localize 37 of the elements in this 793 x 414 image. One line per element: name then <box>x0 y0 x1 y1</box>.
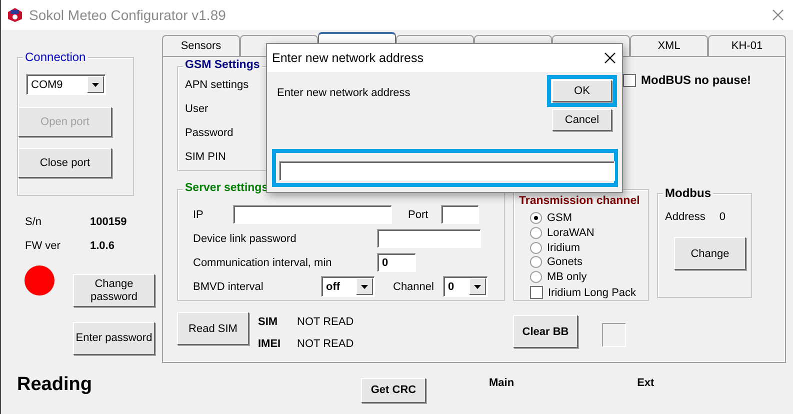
option-label: LoraWAN <box>547 227 594 239</box>
memory-label: Main <box>489 377 514 389</box>
dialog-prompt: Enter new network address <box>277 87 412 99</box>
field-label: Channel <box>393 280 435 292</box>
field-label: Communication interval, min <box>193 256 333 268</box>
info-label: S/n <box>25 216 43 228</box>
field-label: SIM PIN <box>185 151 226 165</box>
field-label: APN settings <box>185 79 249 93</box>
checkbox-label: ModBUS no pause! <box>641 73 751 87</box>
field-label: User <box>185 103 208 117</box>
option-label: MB only <box>547 271 587 284</box>
memory-label: Ext <box>637 377 654 389</box>
group-title: Modbus <box>663 186 713 200</box>
dialog-title: Enter new network address <box>272 51 424 65</box>
address-value: 0 <box>719 211 726 223</box>
sim-value: NOT READ <box>297 316 354 328</box>
window-title: Sokol Meteo Configurator v1.89 <box>29 7 227 23</box>
status-text: Reading <box>17 374 93 396</box>
group-title: Connection <box>23 50 88 64</box>
option-label: GSM <box>547 212 572 224</box>
sim-value: NOT READ <box>297 338 354 350</box>
option-label: Gonets <box>547 256 582 268</box>
field-label: BMVD interval <box>193 280 264 292</box>
field-label: Password <box>185 127 234 141</box>
option-label: Iridium <box>547 242 580 254</box>
field-label: Address <box>665 211 706 223</box>
info-label: FW ver <box>25 240 62 252</box>
field-label: Device link password <box>193 232 298 244</box>
sim-label: IMEI <box>258 338 282 350</box>
field-label: Port <box>408 208 430 220</box>
info-value: 1.0.6 <box>90 240 116 252</box>
checkbox-label: Iridium Long Pack <box>548 286 636 299</box>
sim-label: SIM <box>258 316 279 328</box>
field-label: IP <box>193 208 204 220</box>
group-title: Transmission channel <box>517 195 642 207</box>
group-title: GSM Settings <box>183 59 262 71</box>
info-value: 100159 <box>90 216 128 228</box>
